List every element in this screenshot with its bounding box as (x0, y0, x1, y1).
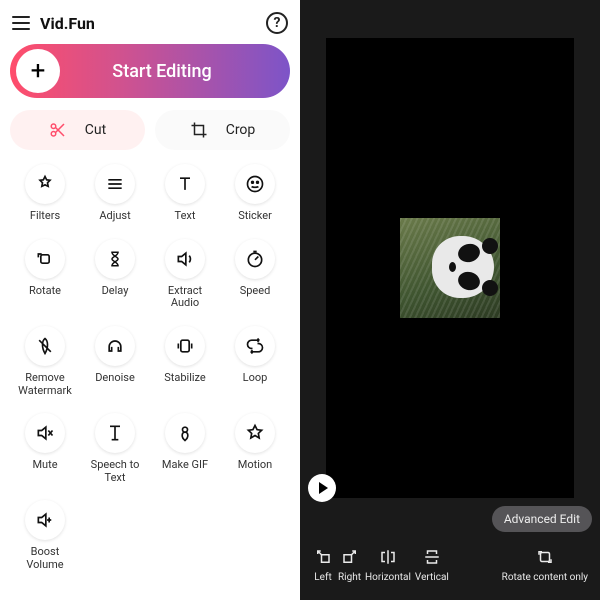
denoise-icon (105, 336, 125, 356)
crop-button[interactable]: Crop (155, 110, 290, 150)
remove-watermark-icon (35, 336, 55, 356)
tool-denoise[interactable]: Denoise (80, 322, 150, 403)
loop-icon (245, 336, 265, 356)
quick-actions: Cut Crop (10, 110, 290, 150)
speed-icon (245, 249, 265, 269)
scissors-icon (49, 121, 67, 139)
tool-motion[interactable]: Motion (220, 409, 290, 490)
speech-to-text-icon (105, 423, 125, 443)
flip-horizontal-icon (377, 547, 399, 567)
rotate-left-button[interactable]: Left (312, 547, 334, 583)
text-icon (175, 174, 195, 194)
tool-stabilize[interactable]: Stabilize (150, 322, 220, 403)
rotate-left-icon (312, 547, 334, 567)
crop-icon (190, 121, 208, 139)
start-editing-button[interactable]: + Start Editing (10, 44, 290, 98)
tool-mute[interactable]: Mute (10, 409, 80, 490)
flip-horizontal-button[interactable]: Horizontal (365, 547, 411, 583)
crop-label: Crop (226, 122, 256, 138)
rotate-toolbar: Left Right Horizontal Vertical Rotate co… (300, 536, 600, 600)
extract-audio-icon (175, 249, 195, 269)
cut-button[interactable]: Cut (10, 110, 145, 150)
tool-grid: Filters Adjust Text Sticker Rotate Delay… (10, 160, 290, 592)
tool-rotate[interactable]: Rotate (10, 235, 80, 316)
tool-loop[interactable]: Loop (220, 322, 290, 403)
left-panel: Vid.Fun ? + Start Editing Cut Crop Filte… (0, 0, 300, 600)
preview-area (300, 0, 600, 536)
rotate-right-button[interactable]: Right (338, 547, 361, 583)
app-title: Vid.Fun (40, 14, 95, 33)
tool-make-gif[interactable]: Make GIF (150, 409, 220, 490)
tool-extract-audio[interactable]: Extract Audio (150, 235, 220, 316)
help-icon[interactable]: ? (266, 12, 288, 34)
flip-vertical-icon (421, 547, 443, 567)
mute-icon (35, 423, 55, 443)
tool-delay[interactable]: Delay (80, 235, 150, 316)
stabilize-icon (175, 336, 195, 356)
boost-volume-icon (35, 510, 55, 530)
adjust-icon (105, 174, 125, 194)
make-gif-icon (175, 423, 195, 443)
rotate-content-only-button[interactable]: Rotate content only (502, 547, 588, 583)
video-frame[interactable] (326, 38, 574, 498)
advanced-edit-button[interactable]: Advanced Edit (492, 506, 592, 532)
rotate-content-icon (534, 547, 556, 567)
tool-boost-volume[interactable]: Boost Volume (10, 496, 80, 577)
delay-icon (106, 249, 124, 269)
cut-label: Cut (85, 122, 106, 138)
tool-speed[interactable]: Speed (220, 235, 290, 316)
filters-icon (35, 174, 55, 194)
plus-icon: + (16, 49, 60, 93)
rotate-right-icon (339, 547, 361, 567)
tool-filters[interactable]: Filters (10, 160, 80, 229)
preview-panel: Advanced Edit Left Right Horizontal Vert… (300, 0, 600, 600)
app-header: Vid.Fun ? (10, 8, 290, 44)
tool-text[interactable]: Text (150, 160, 220, 229)
menu-icon[interactable] (12, 16, 30, 30)
tool-sticker[interactable]: Sticker (220, 160, 290, 229)
flip-vertical-button[interactable]: Vertical (415, 547, 449, 583)
video-thumbnail (400, 218, 500, 318)
play-button[interactable] (308, 474, 336, 502)
rotate-icon (35, 249, 55, 269)
start-editing-label: Start Editing (60, 61, 284, 82)
motion-icon (245, 423, 265, 443)
tool-adjust[interactable]: Adjust (80, 160, 150, 229)
sticker-icon (245, 174, 265, 194)
tool-remove-watermark[interactable]: Remove Watermark (10, 322, 80, 403)
tool-speech-to-text[interactable]: Speech to Text (80, 409, 150, 490)
